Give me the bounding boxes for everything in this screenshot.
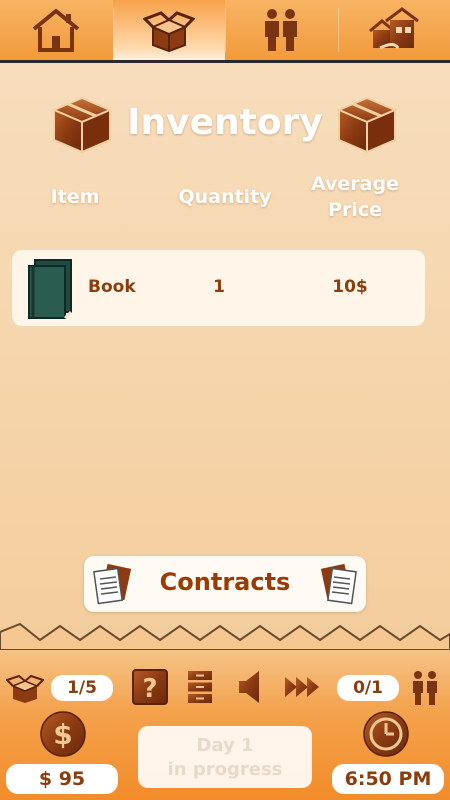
column-header-item: Item bbox=[50, 186, 100, 208]
money-balance: $ 95 bbox=[6, 764, 118, 794]
column-header-price-line2: Price bbox=[328, 199, 382, 221]
tab-employees[interactable] bbox=[225, 0, 338, 60]
fast-forward-icon[interactable] bbox=[284, 675, 320, 699]
column-header-average-price: Average Price bbox=[300, 171, 410, 223]
item-name: Book bbox=[88, 277, 136, 297]
people-icon bbox=[265, 9, 298, 51]
people-icon[interactable] bbox=[410, 670, 440, 706]
top-navigation bbox=[0, 0, 450, 63]
day-progress-label: in progress bbox=[167, 759, 283, 780]
clock-icon bbox=[363, 711, 409, 757]
svg-text:?: ? bbox=[142, 674, 157, 704]
item-average-price: 10$ bbox=[332, 277, 368, 297]
box-icon bbox=[336, 96, 398, 154]
zigzag-divider bbox=[0, 622, 450, 650]
list-icon[interactable] bbox=[187, 670, 213, 704]
book-icon bbox=[28, 259, 73, 320]
dollar-coin-icon: $ bbox=[40, 711, 86, 757]
help-icon[interactable]: ? bbox=[132, 669, 168, 705]
speaker-icon[interactable] bbox=[237, 670, 263, 704]
column-header-price-line1: Average bbox=[311, 173, 399, 195]
page-header: Inventory bbox=[0, 90, 450, 160]
inventory-capacity: 1/5 bbox=[51, 675, 113, 701]
open-box-icon[interactable] bbox=[6, 672, 44, 704]
status-bar: 1/5 ? 0/1 $ $ 95 Day 1 in progress 6:50 … bbox=[0, 622, 450, 800]
contracts-button[interactable]: Contracts bbox=[84, 556, 366, 612]
house-icon bbox=[32, 9, 80, 52]
documents-icon bbox=[320, 563, 357, 605]
game-time: 6:50 PM bbox=[332, 764, 444, 794]
tab-properties[interactable] bbox=[337, 0, 450, 60]
tab-inventory[interactable] bbox=[112, 0, 225, 60]
documents-icon bbox=[93, 563, 132, 605]
box-icon bbox=[51, 96, 113, 154]
column-header-quantity: Quantity bbox=[178, 186, 272, 208]
houses-icon bbox=[368, 7, 419, 50]
open-box-icon bbox=[142, 11, 195, 53]
employee-count: 0/1 bbox=[337, 675, 399, 701]
day-status: Day 1 in progress bbox=[138, 726, 312, 788]
contracts-label: Contracts bbox=[159, 568, 291, 596]
svg-text:$: $ bbox=[53, 718, 72, 751]
item-quantity: 1 bbox=[213, 277, 225, 297]
tab-home[interactable] bbox=[0, 0, 113, 60]
day-label: Day 1 bbox=[196, 735, 254, 756]
page-title: Inventory bbox=[127, 102, 323, 143]
table-row[interactable]: Book 1 10$ bbox=[12, 250, 425, 326]
